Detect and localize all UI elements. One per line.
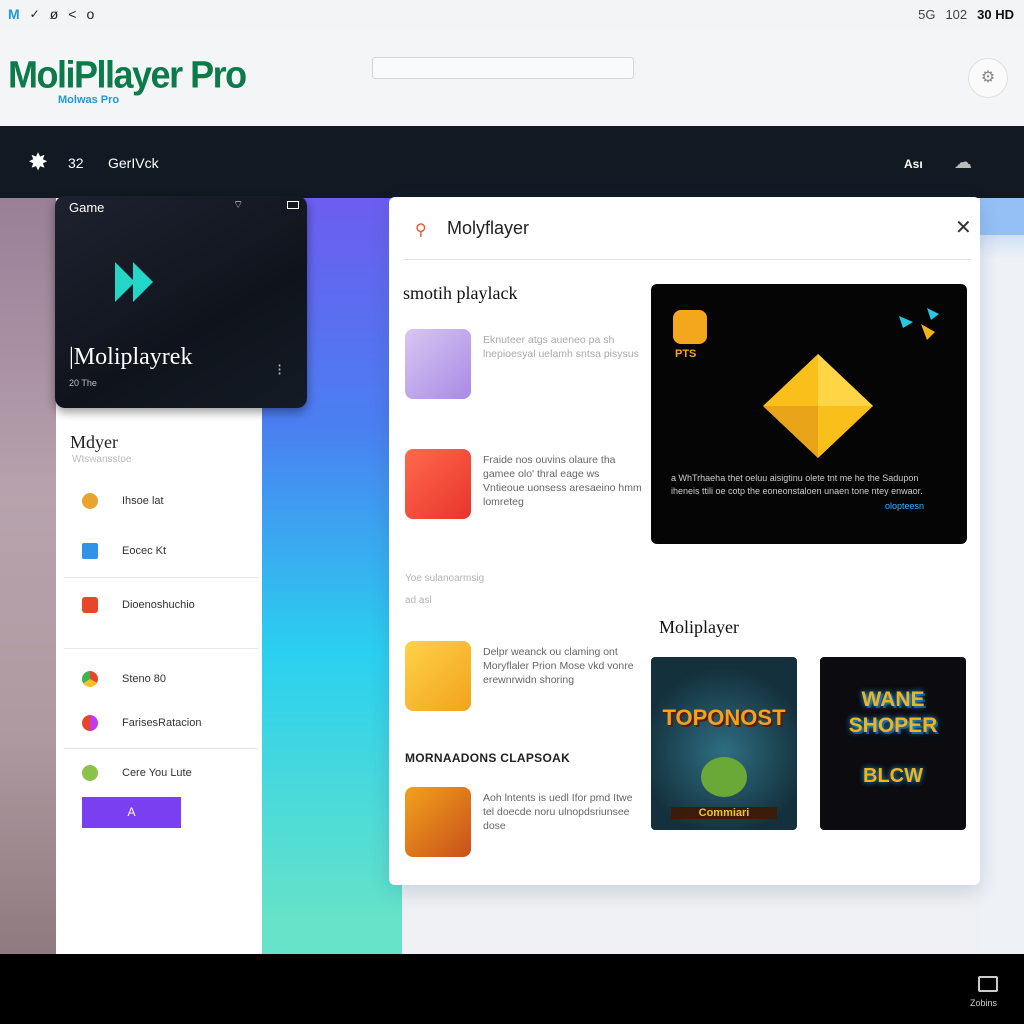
game-tile-title: WANE SHOPER	[848, 688, 938, 737]
sidebar-item-icon	[82, 715, 98, 731]
check-icon: ✓	[29, 7, 40, 21]
sidebar-item-icon	[82, 671, 98, 687]
game-tile[interactable]: TOPONOST Commiari	[651, 657, 797, 830]
play-icon[interactable]	[115, 260, 155, 304]
status-icons: M ✓ ø < o	[8, 6, 94, 22]
games-heading: Moliplayer	[659, 617, 739, 637]
sidebar-item-label: Ihsoe lat	[122, 495, 164, 507]
muted-text: ad asl	[405, 595, 432, 606]
back-icon[interactable]: <	[68, 6, 76, 22]
nav-bar: ✸ 32 GerIVck Ası ☁	[0, 126, 1024, 198]
video-card-title: Game	[69, 200, 105, 215]
character-icon	[701, 757, 747, 797]
video-card-sub: 20 The	[69, 378, 97, 388]
item-thumbnail	[405, 641, 471, 711]
battery-indicator: 102	[945, 7, 968, 22]
search-input[interactable]	[372, 57, 634, 79]
settings-button[interactable]: ⚙	[968, 58, 1008, 98]
small-section-heading: MORNAADONS CLAPSOAK	[405, 751, 571, 765]
video-card[interactable]: Game ⌔ |Moliplayrek 20 The ⁝	[55, 196, 307, 408]
status-bar: M ✓ ø < o 5G 102 30 HD	[0, 0, 1024, 31]
app-logo-subtitle: Molwas Pro	[58, 94, 120, 106]
game-tile-title: TOPONOST	[662, 705, 786, 730]
video-card-name: |Moliplayrek	[69, 344, 193, 370]
diamond-icon	[763, 354, 873, 458]
sidebar-section-sub: Wtswansstoe	[72, 454, 132, 465]
network-indicator: 5G	[918, 7, 936, 22]
ring-icon: ø	[49, 6, 59, 22]
sidebar-item-label: FarisesRatacion	[122, 717, 202, 729]
game-tile[interactable]: WANE SHOPER BLCW	[820, 657, 966, 830]
sidebar-item-label: Eocec Kt	[122, 545, 167, 557]
sidebar-item[interactable]: Dioenoshuchio	[64, 588, 258, 622]
featured-card-text: a WhTrhaeha thet oeluu aisigtinu olete t…	[671, 473, 923, 496]
item-thumbnail	[405, 787, 471, 857]
footer-label: Zobins	[970, 998, 998, 1008]
background-right-accent	[980, 198, 1024, 235]
close-icon[interactable]: ✕	[955, 215, 972, 240]
star-icon[interactable]: ✸	[28, 148, 48, 177]
title-divider	[403, 259, 971, 260]
nav-right-label[interactable]: Ası	[904, 157, 923, 171]
sidebar-item-label: Cere You Lute	[122, 767, 192, 779]
sidebar-divider	[64, 648, 258, 649]
search-icon[interactable]: ⚲	[415, 220, 427, 240]
featured-card[interactable]: PTS a WhTrhaeha thet oeluu aisigtinu ole…	[651, 284, 967, 544]
nav-count: 32	[68, 155, 84, 171]
battery-icon	[287, 201, 299, 209]
sidebar-item-label: Steno 80	[122, 673, 167, 685]
gear-icon: ⚙	[980, 69, 996, 86]
sparkle-icon	[899, 308, 939, 340]
game-tile-subtitle: Commiari	[671, 807, 777, 819]
item-text: Aoh lntents is uedl Ifor pmd Itwe tel do…	[483, 792, 633, 832]
quality-indicator: 30 HD	[977, 7, 1014, 22]
app-icon: M	[8, 6, 20, 22]
item-text: Delpr weanck ou claming ont Moryflaler P…	[483, 646, 634, 686]
item-text: Fraide nos ouvins olaure tha gamee olo' …	[483, 454, 642, 508]
sidebar-item[interactable]: Cere You Lute	[64, 756, 258, 790]
section-heading: smotih playlack	[403, 283, 518, 303]
background-right	[980, 198, 1024, 954]
main-window: ⚲ Molyflayer ✕ smotih playlack Eknuteer …	[389, 197, 980, 885]
sidebar-item[interactable]: Ihsoe lat	[64, 484, 258, 518]
window-icon[interactable]	[978, 976, 998, 992]
app-badge-icon	[673, 310, 707, 344]
sidebar-item[interactable]: FarisesRatacion	[64, 706, 258, 740]
muted-text: Yoe sulanoarmsig	[405, 573, 485, 584]
footer-bar: Zobins	[0, 954, 1024, 1024]
game-tile-subtitle: BLCW	[863, 765, 923, 787]
sidebar-item[interactable]: Eocec Kt	[64, 534, 258, 568]
sidebar-item-icon	[82, 493, 98, 509]
sidebar-item[interactable]: Steno 80	[64, 662, 258, 696]
app-logo[interactable]: MoliPllayer Pro	[8, 53, 247, 97]
sidebar-divider	[64, 748, 258, 749]
sidebar-action-button[interactable]: A	[82, 797, 181, 828]
background-left	[0, 198, 56, 954]
sidebar-item-icon	[82, 597, 98, 613]
featured-card-tag: PTS	[675, 348, 697, 360]
item-thumbnail	[405, 329, 471, 399]
more-icon[interactable]: ⁝	[277, 360, 282, 380]
app-header: MoliPllayer Pro Molwas Pro ⚙	[0, 30, 1024, 127]
wifi-icon: ⌔	[233, 199, 244, 211]
home-icon[interactable]: o	[86, 6, 94, 22]
sidebar-divider	[64, 577, 258, 578]
item-text: Eknuteer atgs aueneo pa sh lnepioesyal u…	[483, 334, 639, 360]
cloud-icon[interactable]: ☁	[954, 152, 972, 173]
sidebar-item-icon	[82, 765, 98, 781]
item-thumbnail	[405, 449, 471, 519]
main-window-title: Molyflayer	[447, 218, 530, 238]
sidebar-item-icon	[82, 543, 98, 559]
status-right: 5G 102 30 HD	[918, 7, 1014, 22]
sidebar-item-label: Dioenoshuchio	[122, 599, 195, 611]
featured-card-link[interactable]: olopteesn	[885, 501, 924, 511]
nav-tab[interactable]: GerIVck	[108, 155, 159, 171]
sidebar-section-title: Mdyer	[70, 432, 118, 452]
